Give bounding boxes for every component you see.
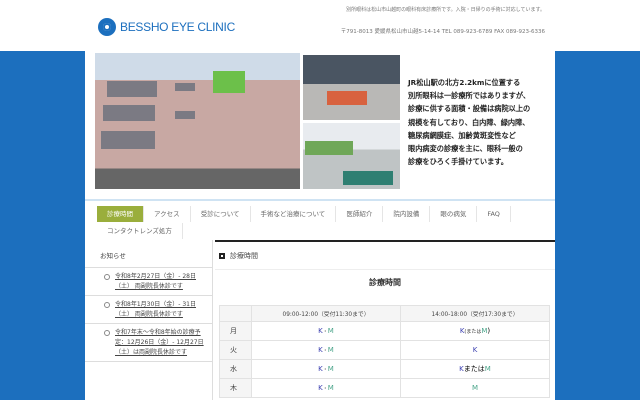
news-title: お知らせ: [85, 240, 212, 268]
nav-contact-lens[interactable]: コンタクトレンズ処方: [97, 223, 183, 239]
waiting-room-photo: [303, 55, 400, 120]
section-heading: 診療時間: [215, 242, 555, 270]
lobby-aquarium-photo: [303, 123, 400, 189]
nav-access[interactable]: アクセス: [144, 206, 191, 222]
table-title: 診療時間: [369, 278, 401, 287]
nav-diseases[interactable]: 眼の病気: [430, 206, 478, 222]
nav-hours[interactable]: 診療時間: [97, 206, 144, 222]
nav-facilities[interactable]: 院内設備: [383, 206, 431, 222]
table-row: 木 K・M M: [219, 378, 550, 398]
site-header: BESSHO EYE CLINIC 別所眼科は松山市山越町の眼科有床診療所です。…: [0, 0, 640, 51]
table-row: 月 K・M K(またはM): [219, 321, 550, 341]
main-content: 診療時間 診療時間 09:00-12:00（受付11:30まで） 14:00-18…: [215, 240, 555, 400]
nav-surgery[interactable]: 手術など治療について: [251, 206, 337, 222]
news-item[interactable]: 令和8年1月30日（金）- 31日（土） 両副院長休診です: [85, 296, 212, 324]
hero-images: [95, 53, 400, 200]
logo-mark-icon: [98, 18, 116, 36]
table-row: 火 K・M K: [219, 340, 550, 360]
intro-text: JR松山駅の北方2.2kmに位置する 別所眼科は一診療所ではありますが、 診療に供す…: [408, 78, 531, 167]
address: 〒791-8013 愛媛県松山市山越5-14-14 TEL 089-923-67…: [340, 29, 545, 35]
news-item[interactable]: 令和7年末～令和8年始の診療予定：12月26日（金）- 12月27日（土）は両副…: [85, 324, 212, 362]
nav-faq[interactable]: FAQ: [477, 206, 511, 222]
table-row: 水 K・M KまたはM: [219, 359, 550, 379]
news-item[interactable]: 令和8年2月27日（金）- 28日（土） 両副院長休診です: [85, 268, 212, 296]
content-wrapper: JR松山駅の北方2.2kmに位置する 別所眼科は一診療所ではありますが、 診療に供す…: [85, 51, 555, 400]
hours-table: 09:00-12:00（受付11:30まで） 14:00-18:00（受付17:3…: [219, 305, 550, 398]
table-header-row: 09:00-12:00（受付11:30まで） 14:00-18:00（受付17:3…: [219, 305, 550, 322]
clinic-building-photo: [95, 53, 300, 189]
main-nav: 診療時間 アクセス 受診について 手術など治療について 医師紹介 院内設備 眼の…: [85, 199, 555, 240]
news-sidebar: お知らせ 令和8年2月27日（金）- 28日（土） 両副院長休診です 令和8年1…: [85, 240, 213, 400]
nav-doctors[interactable]: 医師紹介: [336, 206, 384, 222]
logo[interactable]: BESSHO EYE CLINIC: [98, 18, 235, 36]
tagline: 別所眼科は松山市山越町の眼科有床診療所です。入院・日帰りの手術に対応しています。: [346, 7, 545, 13]
square-bullet-icon: [219, 252, 225, 259]
logo-text: BESSHO EYE CLINIC: [120, 20, 235, 34]
nav-visit[interactable]: 受診について: [191, 206, 251, 222]
